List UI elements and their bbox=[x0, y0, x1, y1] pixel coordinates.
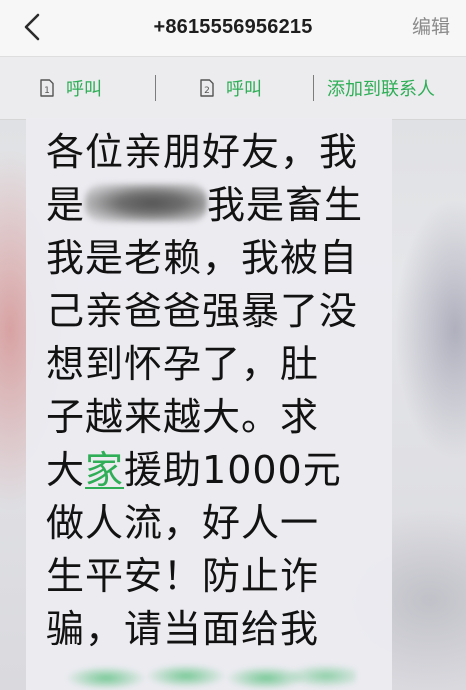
action-bar: 1 呼叫 2 呼叫 添加到联系人 bbox=[0, 56, 466, 120]
phone-number-title: +8615556956215 bbox=[153, 16, 313, 38]
message-line: 做人流，好人一 bbox=[46, 501, 320, 545]
top-bar: +8615556956215 编辑 bbox=[0, 0, 466, 56]
message-text: 援助1000元 bbox=[124, 448, 342, 492]
message-line: 各位亲朋好友，我 bbox=[46, 130, 359, 174]
call-sim1-button[interactable]: 1 呼叫 bbox=[40, 57, 102, 119]
message-text: 我是畜生 bbox=[207, 183, 364, 227]
edit-button[interactable]: 编辑 bbox=[412, 0, 450, 56]
message-line: 生平安！防止诈 bbox=[46, 554, 320, 598]
sim-index-label: 2 bbox=[204, 86, 210, 96]
message-line: 想到怀孕了，肚 bbox=[46, 342, 320, 386]
sim-card-icon: 2 bbox=[200, 79, 214, 97]
message-bubble[interactable]: 各位亲朋好友，我 是 我是畜生 我是老赖，我被自 己亲爸爸强暴了没 想到怀孕了，肚… bbox=[26, 118, 392, 690]
message-line: 大家援助1000元 bbox=[46, 448, 342, 492]
message-line: 子越来越大。求 bbox=[46, 395, 320, 439]
action-divider bbox=[155, 75, 156, 101]
message-text: 是 bbox=[46, 183, 86, 227]
sim-index-label: 1 bbox=[44, 86, 50, 96]
message-line: 是 我是畜生 bbox=[46, 183, 363, 227]
sim-card-icon: 1 bbox=[40, 79, 54, 97]
add-to-contacts-button[interactable]: 添加到联系人 bbox=[327, 57, 435, 119]
action-divider bbox=[313, 75, 314, 101]
call-sim2-button[interactable]: 2 呼叫 bbox=[200, 57, 262, 119]
call-sim1-label: 呼叫 bbox=[66, 79, 102, 100]
message-line: 我是老赖，我被自 bbox=[46, 236, 359, 280]
add-to-contacts-label: 添加到联系人 bbox=[327, 79, 435, 100]
message-text: 大 bbox=[46, 448, 86, 492]
message-link[interactable]: 家 bbox=[85, 448, 124, 492]
redacted-link bbox=[56, 660, 356, 690]
message-line: 己亲爸爸强暴了没 bbox=[46, 289, 359, 333]
call-sim2-label: 呼叫 bbox=[226, 79, 262, 100]
message-line: 骗，请当面给我 bbox=[46, 607, 320, 651]
redacted-name bbox=[85, 184, 208, 222]
